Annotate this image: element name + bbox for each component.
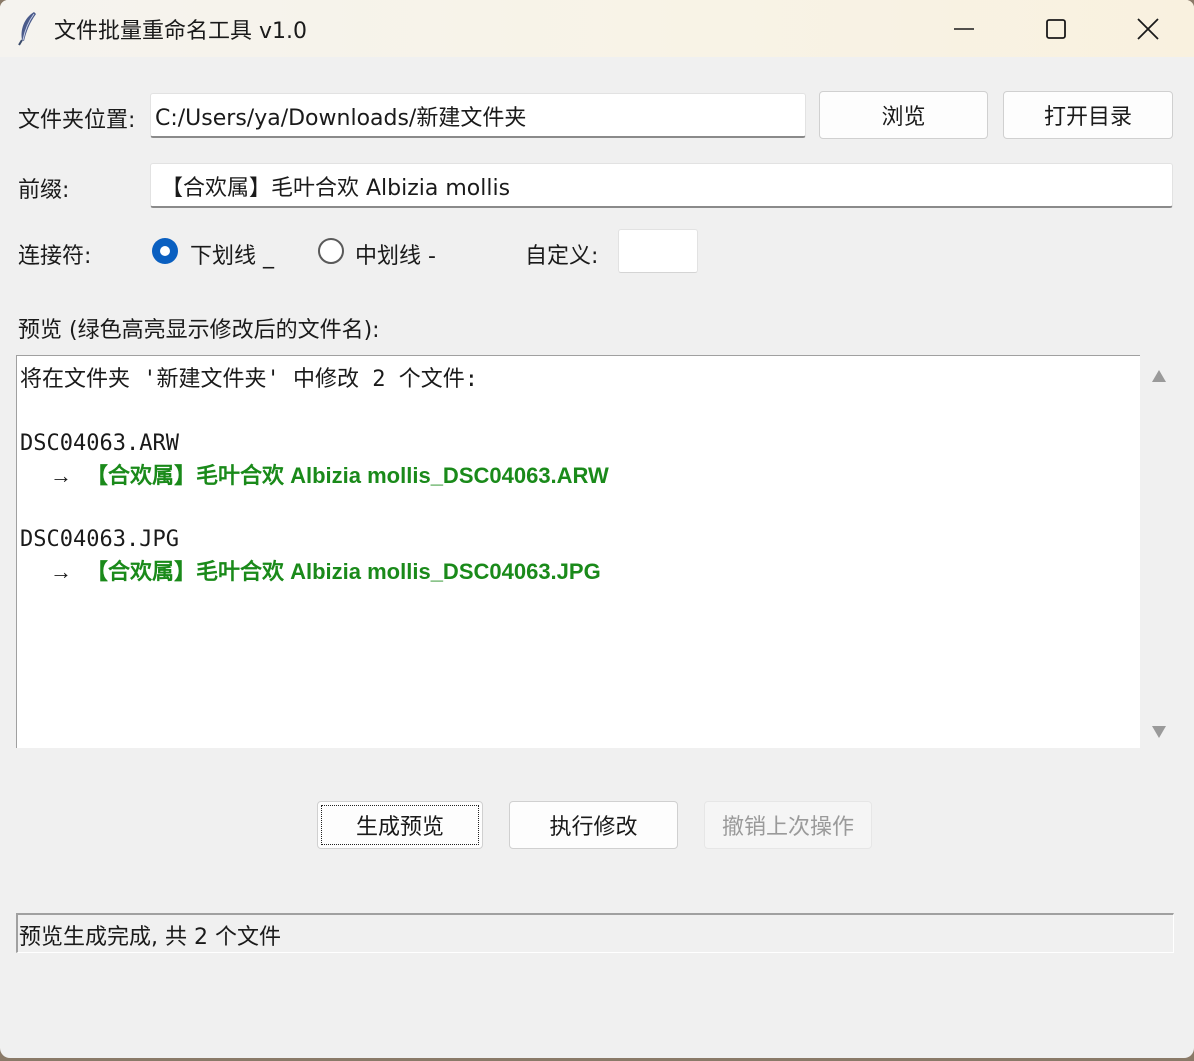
execute-rename-button[interactable]: 执行修改 [509, 801, 678, 849]
preview-textarea[interactable]: 将在文件夹 '新建文件夹' 中修改 2 个文件: DSC04063.ARW → 【… [16, 355, 1140, 748]
preview-new-name-text: 【合欢属】毛叶合欢 Albizia mollis_DSC04063.JPG [86, 559, 601, 584]
generate-preview-button[interactable]: 生成预览 [317, 801, 483, 849]
prefix-input[interactable]: 【合欢属】毛叶合欢 Albizia mollis [150, 163, 1173, 208]
minimize-button[interactable] [918, 0, 1010, 57]
preview-header: 将在文件夹 '新建文件夹' 中修改 2 个文件: [20, 367, 478, 392]
title-bar[interactable]: 文件批量重命名工具 v1.0 [0, 0, 1194, 57]
preview-spacer [20, 396, 1140, 428]
feather-icon [18, 12, 36, 46]
connector-label: 连接符: [18, 244, 92, 269]
preview-new-name: → 【合欢属】毛叶合欢 Albizia mollis_DSC04063.ARW [20, 460, 1140, 492]
radio-hyphen[interactable] [318, 238, 344, 264]
custom-connector-input[interactable] [618, 229, 698, 273]
arrow-icon: → [50, 463, 72, 488]
scroll-up-icon[interactable] [1151, 369, 1167, 383]
preview-spacer [20, 492, 1140, 524]
scroll-down-icon[interactable] [1151, 725, 1167, 739]
custom-connector-label: 自定义: [525, 244, 599, 269]
radio-underscore[interactable] [152, 238, 178, 264]
folder-path-input[interactable]: C:/Users/ya/Downloads/新建文件夹 [150, 93, 806, 138]
close-icon [1137, 17, 1159, 40]
browse-button[interactable]: 浏览 [819, 91, 988, 139]
maximize-icon [1046, 18, 1066, 39]
minimize-icon [954, 27, 974, 30]
preview-old-name: DSC04063.JPG [20, 527, 179, 552]
radio-underscore-label[interactable]: 下划线 _ [190, 238, 274, 270]
arrow-icon: → [50, 559, 72, 584]
preview-new-name: → 【合欢属】毛叶合欢 Albizia mollis_DSC04063.JPG [20, 556, 1140, 588]
status-bar: 预览生成完成, 共 2 个文件 [16, 913, 1174, 953]
close-button[interactable] [1102, 0, 1194, 57]
prefix-label: 前缀: [18, 178, 70, 203]
folder-label: 文件夹位置: [18, 108, 136, 133]
preview-label: 预览 (绿色高亮显示修改后的文件名): [18, 318, 380, 343]
window-title: 文件批量重命名工具 v1.0 [54, 19, 308, 44]
preview-new-name-text: 【合欢属】毛叶合欢 Albizia mollis_DSC04063.ARW [86, 463, 609, 488]
preview-scrollbar[interactable] [1143, 355, 1175, 748]
open-folder-button[interactable]: 打开目录 [1003, 91, 1173, 139]
undo-button[interactable]: 撤销上次操作 [704, 801, 872, 849]
maximize-button[interactable] [1010, 0, 1102, 57]
preview-old-name: DSC04063.ARW [20, 431, 179, 456]
radio-hyphen-label[interactable]: 中划线 - [355, 238, 436, 270]
app-window: 文件批量重命名工具 v1.0 文件夹位置: C:/Users/ya/Downlo… [0, 0, 1194, 1058]
